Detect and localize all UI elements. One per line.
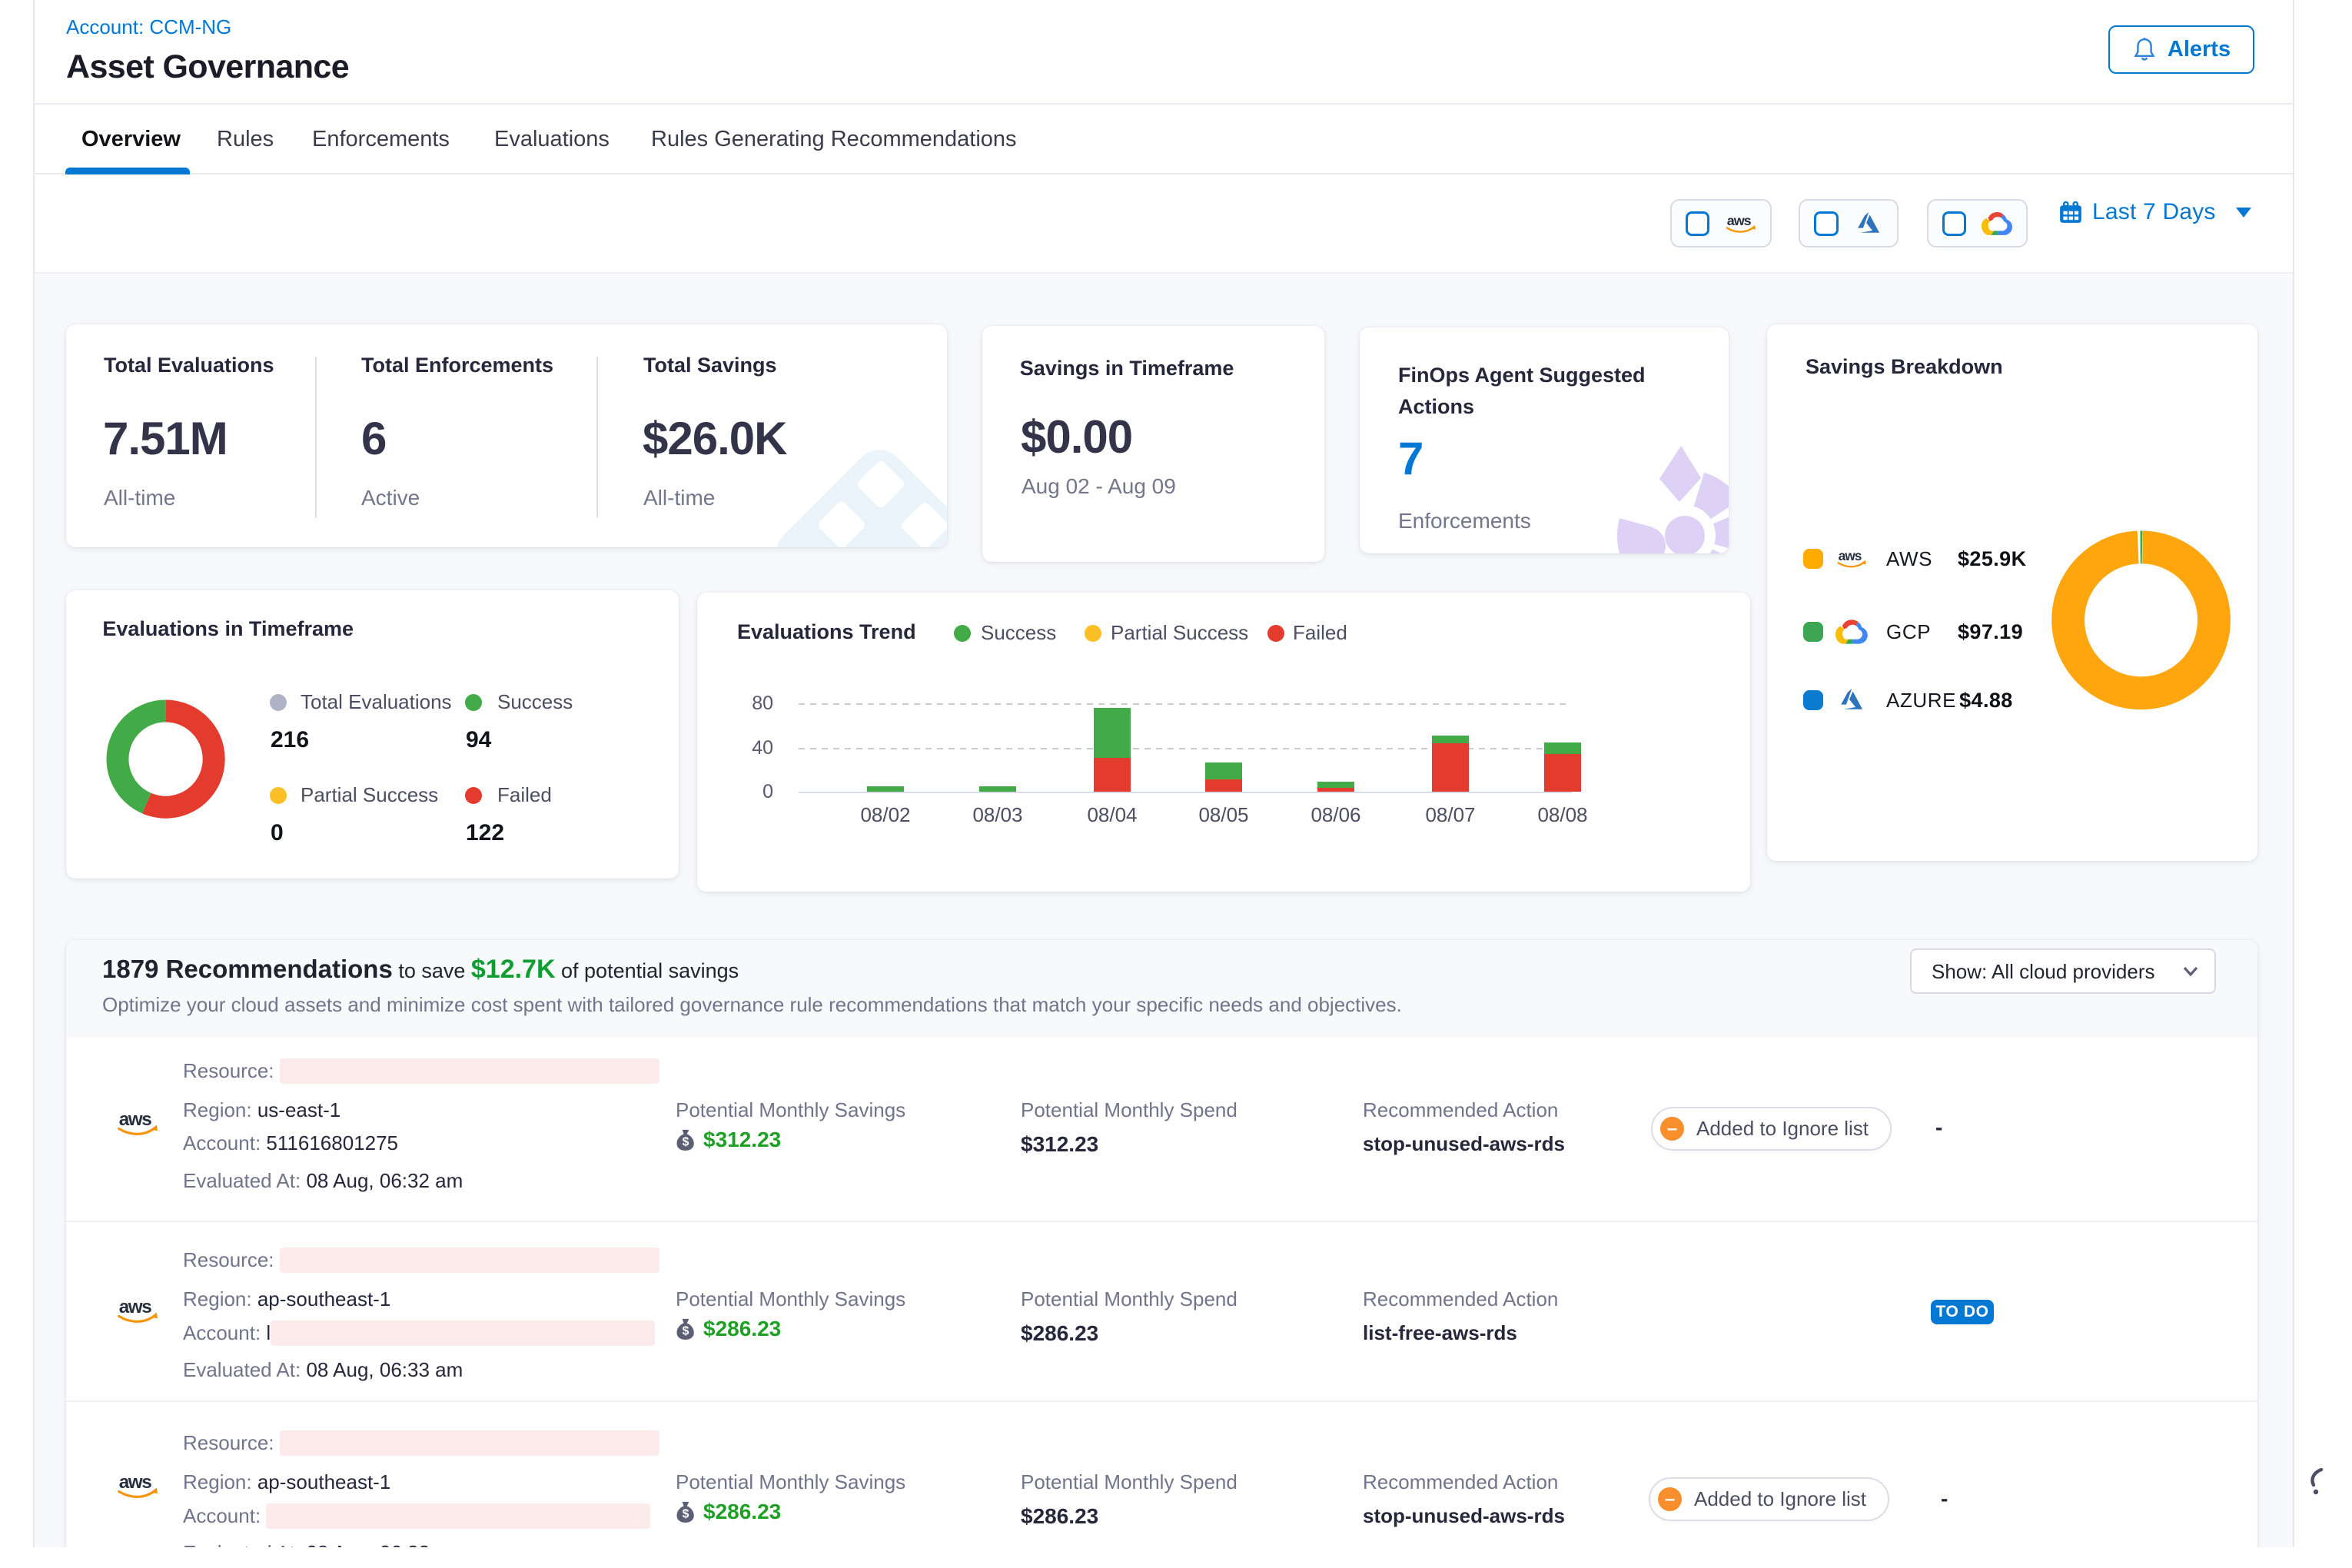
svg-text:aws: aws xyxy=(1839,549,1862,563)
svg-text:$: $ xyxy=(683,1507,689,1520)
svg-text:aws: aws xyxy=(1726,213,1751,228)
svg-text:aws: aws xyxy=(119,1297,152,1317)
svg-text:$: $ xyxy=(683,1324,689,1337)
svg-text:aws: aws xyxy=(119,1472,152,1493)
svg-text:aws: aws xyxy=(119,1109,152,1130)
svg-text:$: $ xyxy=(683,1135,689,1148)
